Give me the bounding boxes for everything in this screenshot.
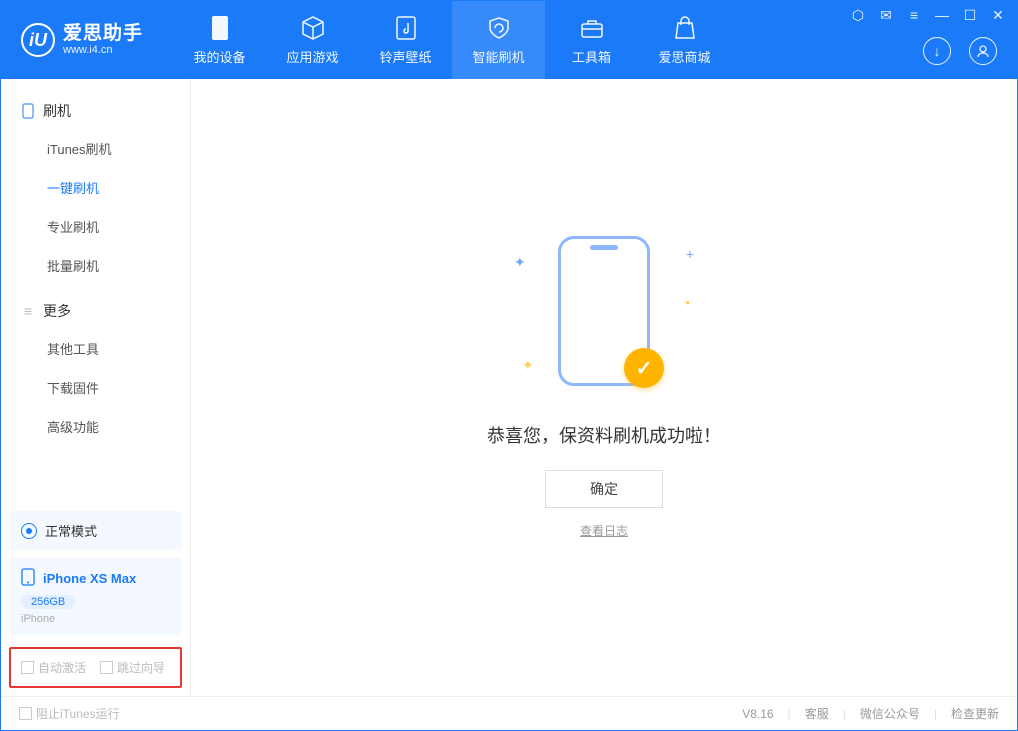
titlebar: iU 爱思助手 www.i4.cn 我的设备 应用游戏 铃声壁纸 智能刷机 [1,1,1017,79]
app-window: iU 爱思助手 www.i4.cn 我的设备 应用游戏 铃声壁纸 智能刷机 [0,0,1018,731]
view-log-link[interactable]: 查看日志 [580,522,628,539]
phone-icon [207,15,233,41]
mode-label: 正常模式 [45,521,97,540]
sidebar-item-pro-flash[interactable]: 专业刷机 [1,207,190,246]
checkbox-block-itunes[interactable]: 阻止iTunes运行 [19,705,120,722]
sparkle-icon: • [685,294,690,310]
sparkle-icon: ✦ [514,254,526,271]
success-message: 恭喜您，保资料刷机成功啦！ [487,422,721,448]
sidebar-item-advanced[interactable]: 高级功能 [1,407,190,446]
checkbox-icon [19,707,32,720]
maximize-button[interactable]: ☐ [961,7,979,24]
wechat-link[interactable]: 微信公众号 [860,705,920,722]
device-capacity-badge: 256GB [21,595,75,609]
logo-icon: iU [21,23,55,57]
checkbox-auto-activate[interactable]: 自动激活 [21,659,86,676]
sidebar-item-firmware[interactable]: 下载固件 [1,368,190,407]
body: 刷机 iTunes刷机 一键刷机 专业刷机 批量刷机 ≡ 更多 其他工具 下载固… [1,79,1017,696]
nav-my-device[interactable]: 我的设备 [173,1,266,79]
sidebar-group-more: ≡ 更多 [1,293,190,329]
close-button[interactable]: ✕ [989,7,1007,24]
checkbox-icon [100,661,113,674]
device-type: iPhone [21,613,170,625]
logo-title: 爱思助手 [63,24,143,45]
support-link[interactable]: 客服 [805,705,829,722]
checkbox-icon [21,661,34,674]
check-update-link[interactable]: 检查更新 [951,705,999,722]
minimize-button[interactable]: ― [933,7,951,24]
header-right-icons: ↓ [923,37,997,65]
nav-apps[interactable]: 应用游戏 [266,1,359,79]
nav-ringtone-wallpaper[interactable]: 铃声壁纸 [359,1,452,79]
checkbox-skip-guide[interactable]: 跳过向导 [100,659,165,676]
nav-toolbox[interactable]: 工具箱 [545,1,638,79]
feedback-icon[interactable]: ✉ [877,7,895,24]
version-label: V8.16 [742,707,773,721]
sidebar-group-flash: 刷机 [1,93,190,129]
device-phone-icon [21,568,35,589]
music-file-icon [393,15,419,41]
toolbox-icon [579,15,605,41]
sidebar: 刷机 iTunes刷机 一键刷机 专业刷机 批量刷机 ≡ 更多 其他工具 下载固… [1,79,191,696]
menu-icon[interactable]: ≡ [905,7,923,24]
logo[interactable]: iU 爱思助手 www.i4.cn [1,23,163,57]
sidebar-item-other-tools[interactable]: 其他工具 [1,329,190,368]
user-icon[interactable] [969,37,997,65]
window-controls: ⬡ ✉ ≡ ― ☐ ✕ [849,7,1007,24]
shirt-icon[interactable]: ⬡ [849,7,867,24]
nav-store[interactable]: 爱思商城 [638,1,731,79]
phone-outline-icon [21,104,35,118]
main-content: ✦ + ✦ • ✓ 恭喜您，保资料刷机成功啦！ 确定 查看日志 [191,79,1017,696]
sparkle-icon: ✦ [522,357,534,374]
side-nav: 刷机 iTunes刷机 一键刷机 专业刷机 批量刷机 ≡ 更多 其他工具 下载固… [1,79,190,503]
success-illustration: ✦ + ✦ • ✓ [558,236,650,386]
nav-smart-flash[interactable]: 智能刷机 [452,1,545,79]
sidebar-item-batch-flash[interactable]: 批量刷机 [1,246,190,285]
download-icon[interactable]: ↓ [923,37,951,65]
statusbar: 阻止iTunes运行 V8.16 | 客服 | 微信公众号 | 检查更新 [1,696,1017,730]
mode-indicator-icon [21,523,37,539]
ok-button[interactable]: 确定 [545,470,663,508]
list-icon: ≡ [21,304,35,318]
sidebar-bottom: 正常模式 iPhone XS Max 256GB iPhone 自动激活 跳过向… [1,503,190,696]
refresh-shield-icon [486,15,512,41]
logo-subtitle: www.i4.cn [63,44,143,56]
cube-icon [300,15,326,41]
sparkle-icon: + [686,246,694,262]
sidebar-item-itunes-flash[interactable]: iTunes刷机 [1,129,190,168]
check-badge-icon: ✓ [624,348,664,388]
top-nav: 我的设备 应用游戏 铃声壁纸 智能刷机 工具箱 爱思商城 [173,1,731,79]
bag-icon [672,15,698,41]
device-name: iPhone XS Max [43,571,136,586]
options-box: 自动激活 跳过向导 [9,647,182,688]
device-card[interactable]: iPhone XS Max 256GB iPhone [9,558,182,635]
sidebar-item-oneclick-flash[interactable]: 一键刷机 [1,168,190,207]
mode-card[interactable]: 正常模式 [9,511,182,550]
